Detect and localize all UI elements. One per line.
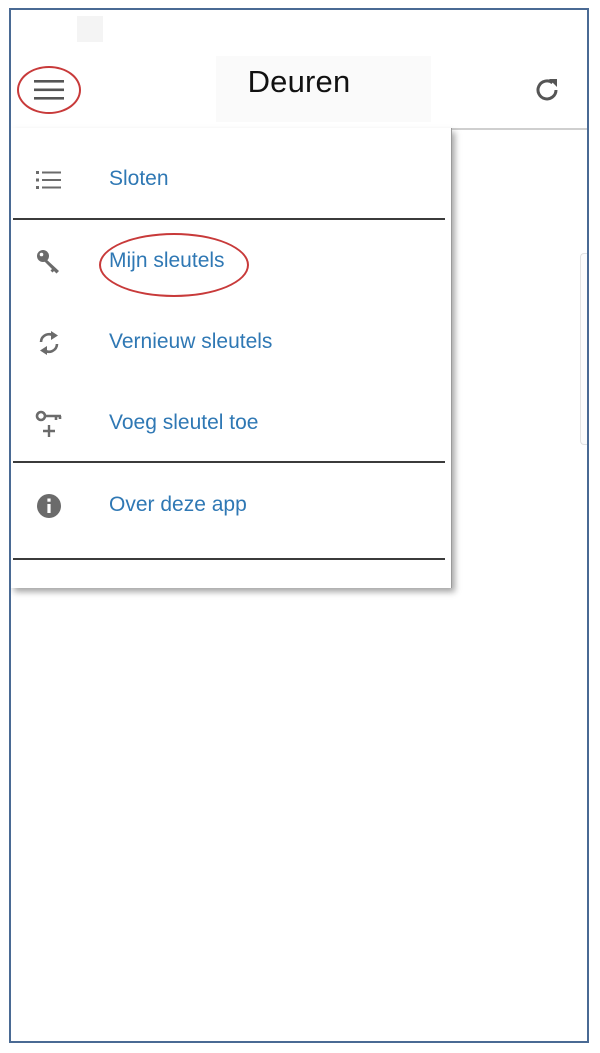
drawer-item-sloten[interactable]: Sloten (11, 150, 451, 210)
drawer-item-label: Voeg sleutel toe (109, 411, 259, 434)
add-key-icon (33, 409, 65, 439)
page-title: Deuren (247, 64, 351, 99)
key-icon (33, 247, 65, 277)
phone-frame: Deuren Sloten Mijn sleutels Vernieuw sle… (9, 8, 589, 1043)
drawer-item-label: Mijn sleutels (109, 249, 225, 272)
sync-icon (33, 328, 65, 358)
app-bar: Deuren (11, 50, 587, 130)
info-icon (33, 491, 65, 521)
drawer-item-mijn-sleutels[interactable]: Mijn sleutels (11, 232, 451, 297)
divider (13, 461, 445, 463)
status-placeholder (77, 16, 103, 42)
content-edge (580, 253, 587, 445)
drawer-item-voeg-sleutel-toe[interactable]: Voeg sleutel toe (11, 394, 451, 454)
drawer-item-label: Over deze app (109, 493, 247, 516)
refresh-button[interactable] (529, 72, 565, 108)
navigation-drawer: Sloten Mijn sleutels Vernieuw sleutels V… (11, 128, 452, 588)
divider (13, 558, 445, 560)
drawer-item-label: Sloten (109, 167, 169, 190)
drawer-item-vernieuw-sleutels[interactable]: Vernieuw sleutels (11, 313, 451, 373)
drawer-item-label: Vernieuw sleutels (109, 330, 273, 353)
list-icon (33, 165, 65, 195)
drawer-item-over-deze-app[interactable]: Over deze app (11, 476, 451, 536)
divider (13, 218, 445, 220)
refresh-icon (536, 79, 558, 101)
